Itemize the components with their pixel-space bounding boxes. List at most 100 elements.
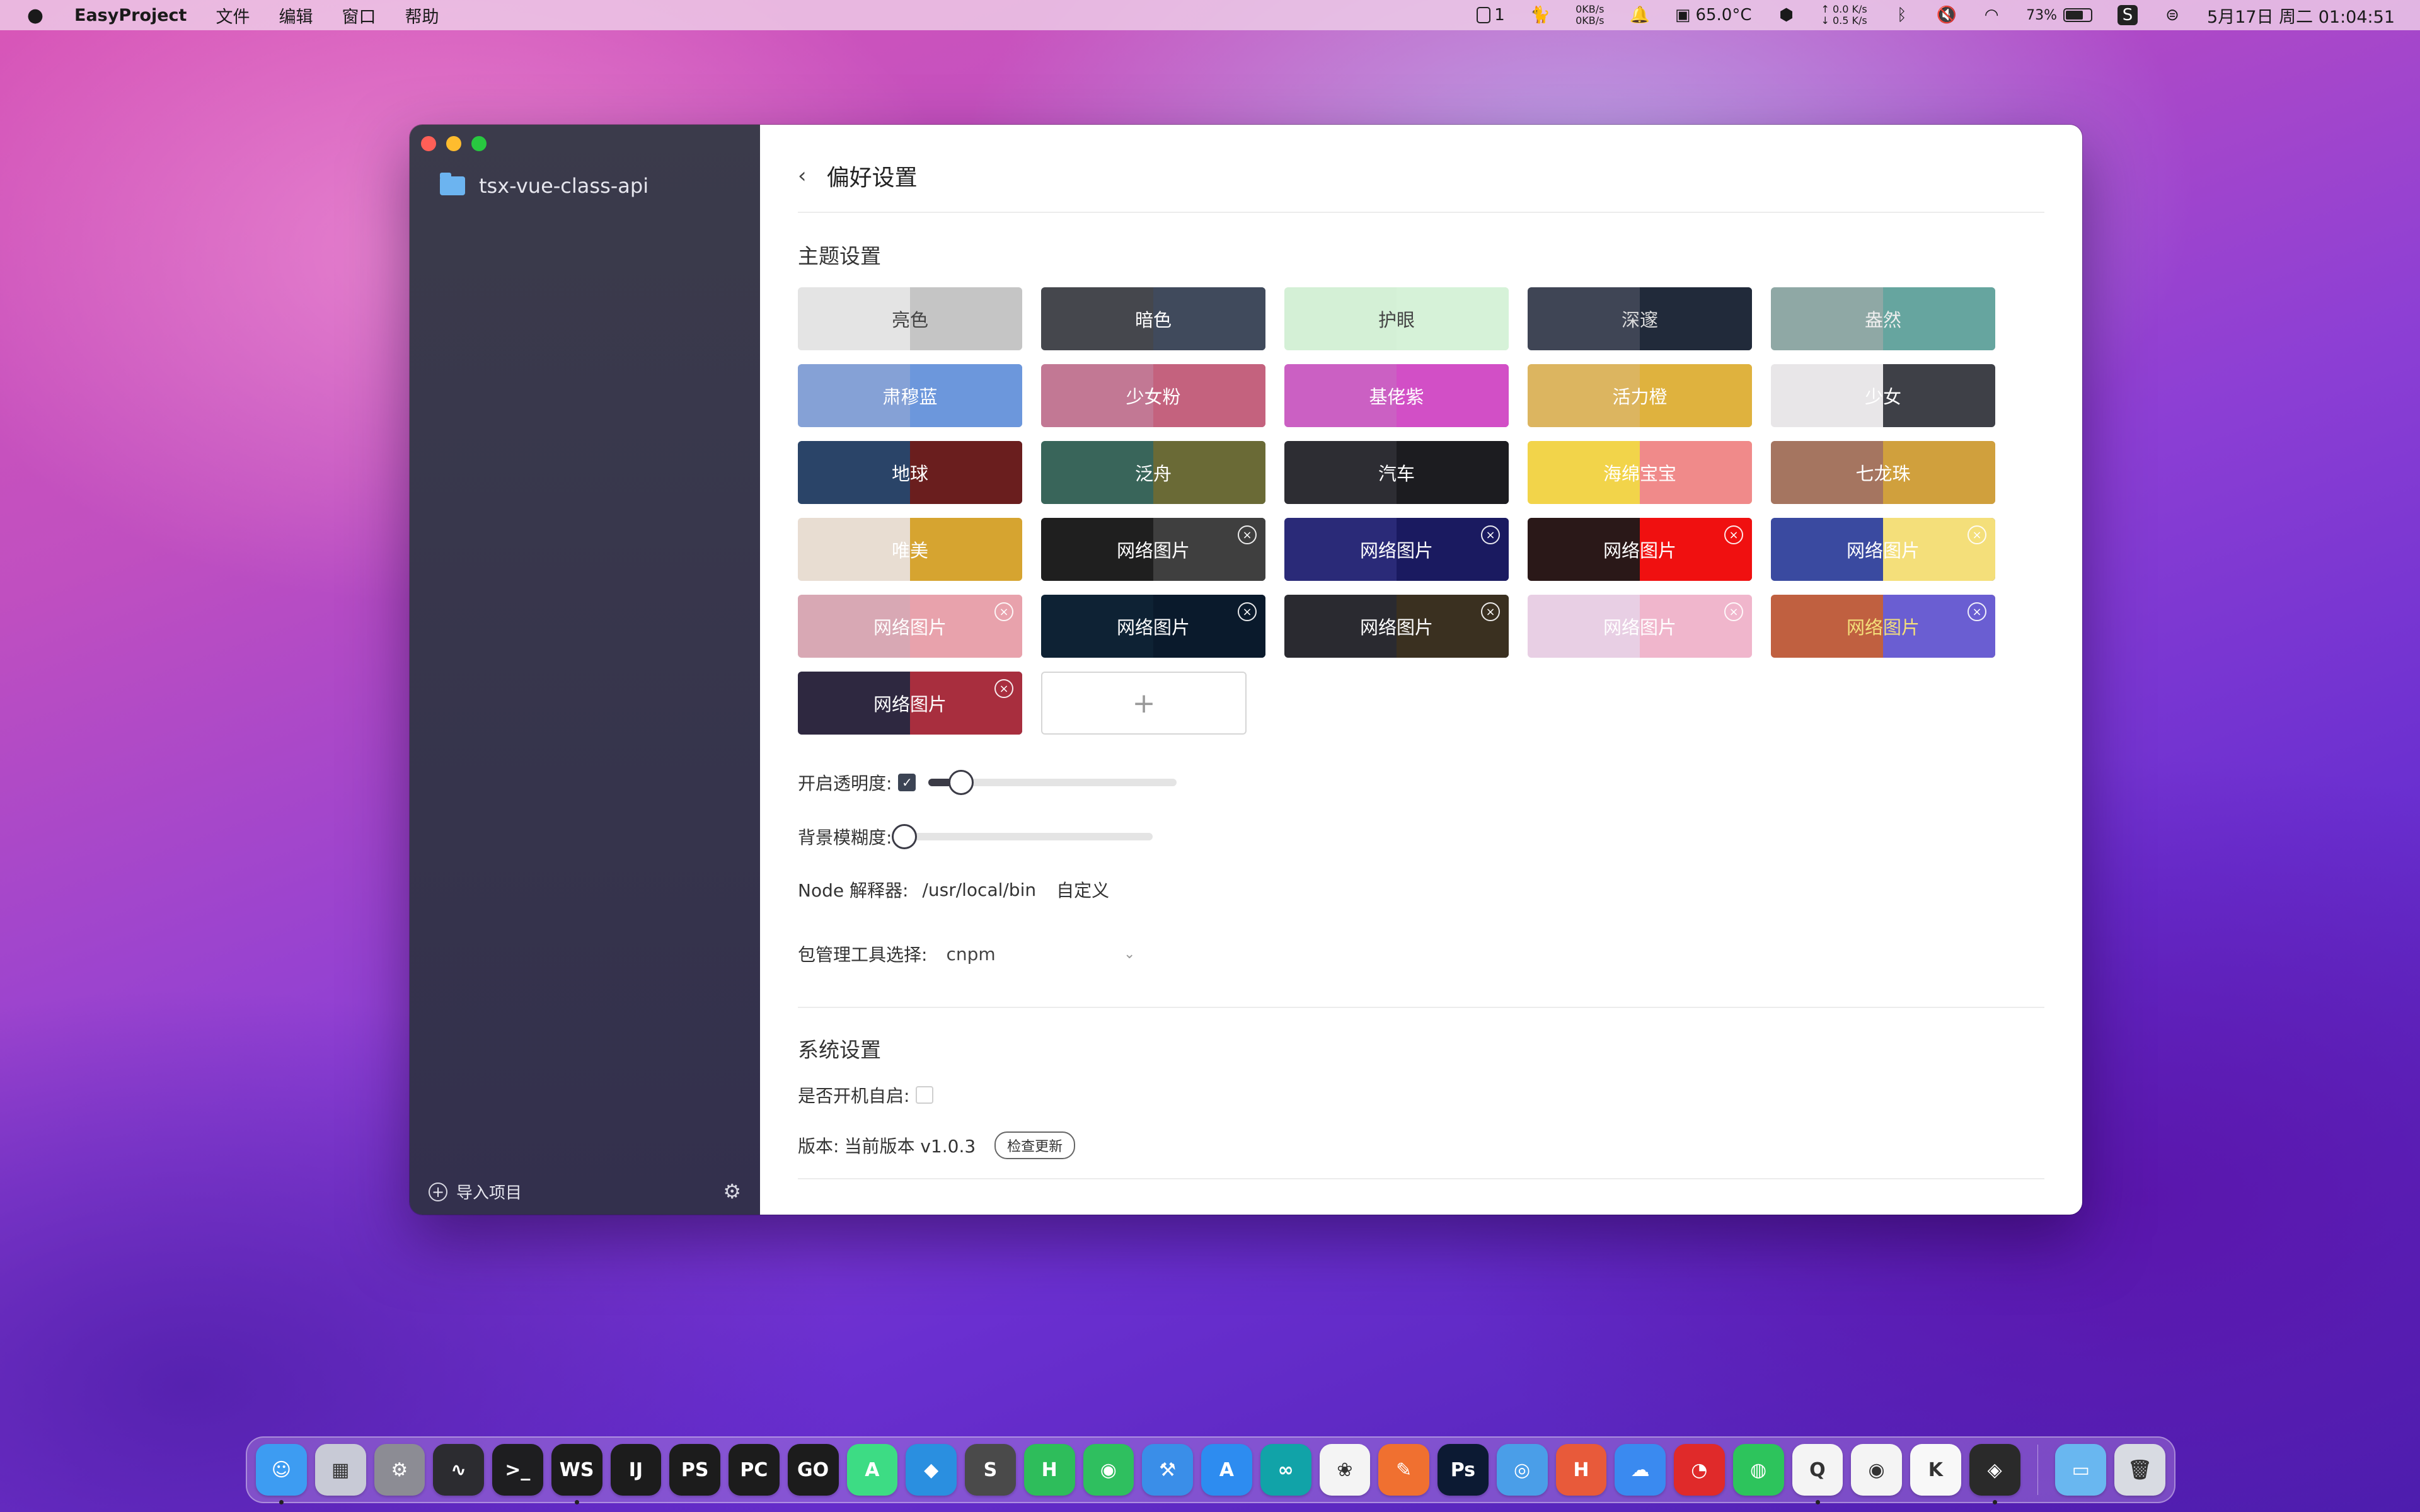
add-theme-button[interactable]: +: [1041, 672, 1247, 735]
qq-tray-icon[interactable]: 🔔: [1630, 5, 1650, 25]
menu-file[interactable]: 文件: [216, 3, 250, 28]
remove-theme-icon[interactable]: ×: [994, 602, 1013, 621]
maximize-button[interactable]: [471, 136, 487, 151]
theme-tile[interactable]: 少女: [1771, 364, 1995, 427]
hbuilder-dock-icon[interactable]: H: [1023, 1444, 1075, 1496]
cpu-temperature[interactable]: ▣ 65.0°C: [1675, 5, 1752, 25]
theme-tile[interactable]: 少女粉: [1041, 364, 1265, 427]
theme-tile[interactable]: 泛舟: [1041, 441, 1265, 504]
control-center-icon[interactable]: ⊜: [2163, 5, 2182, 25]
goland-dock-icon[interactable]: GO: [787, 1444, 839, 1496]
network-speed[interactable]: 0KB/s 0KB/s: [1576, 4, 1604, 26]
wechat-dock-icon[interactable]: ◍: [1732, 1444, 1784, 1496]
blur-slider-knob[interactable]: [892, 824, 918, 849]
sublime-text-dock-icon[interactable]: S: [965, 1444, 1016, 1496]
theme-tile[interactable]: 网络图片 ×: [1771, 595, 1995, 658]
database-dock-icon[interactable]: ◎: [1496, 1444, 1548, 1496]
import-project-button[interactable]: + 导入项目: [429, 1180, 522, 1203]
arduino-dock-icon[interactable]: ∞: [1260, 1444, 1311, 1496]
blur-slider[interactable]: [892, 824, 1153, 849]
mute-icon[interactable]: 🔇: [1937, 5, 1957, 25]
theme-tile[interactable]: 汽车: [1284, 441, 1509, 504]
kuaishou-dock-icon[interactable]: K: [1910, 1444, 1961, 1496]
battery-status[interactable]: 73%: [2026, 5, 2093, 25]
theme-tile[interactable]: 海绵宝宝: [1528, 441, 1752, 504]
html-tool-dock-icon[interactable]: H: [1555, 1444, 1607, 1496]
menu-window[interactable]: 窗口: [342, 3, 376, 28]
theme-tile[interactable]: 肃穆蓝: [798, 364, 1022, 427]
theme-tile[interactable]: 网络图片 ×: [1771, 518, 1995, 581]
transfer-speed[interactable]: ↑ 0.0 K/s ↓ 0.5 K/s: [1821, 4, 1867, 26]
cloud-app-dock-icon[interactable]: ☁: [1615, 1444, 1666, 1496]
clock[interactable]: 5月17日 周二 01:04:51: [2207, 3, 2395, 28]
app-store-dock-icon[interactable]: A: [1201, 1444, 1252, 1496]
remove-theme-icon[interactable]: ×: [1238, 602, 1257, 621]
phpstorm-dock-icon[interactable]: PS: [669, 1444, 720, 1496]
autostart-checkbox[interactable]: [916, 1086, 934, 1104]
theme-tile[interactable]: 地球: [798, 441, 1022, 504]
activity-monitor-dock-icon[interactable]: ∿: [433, 1444, 484, 1496]
xcode-dock-icon[interactable]: ⚒: [1142, 1444, 1193, 1496]
sketch-pen-dock-icon[interactable]: ✎: [1378, 1444, 1429, 1496]
theme-tile[interactable]: 亮色: [798, 287, 1022, 350]
theme-tile[interactable]: 活力橙: [1528, 364, 1752, 427]
theme-tile[interactable]: 网络图片 ×: [798, 672, 1022, 735]
theme-tile[interactable]: 网络图片 ×: [798, 595, 1022, 658]
netease-music-dock-icon[interactable]: ◔: [1674, 1444, 1725, 1496]
qq-dock-icon[interactable]: Q: [1792, 1444, 1843, 1504]
node-custom-button[interactable]: 自定义: [1056, 877, 1109, 902]
easyproject-dock-icon[interactable]: ◈: [1969, 1444, 2020, 1504]
chrome-dock-icon[interactable]: ◉: [1851, 1444, 1902, 1496]
project-item[interactable]: tsx-vue-class-api: [440, 173, 648, 198]
notification-badge[interactable]: 1: [1477, 5, 1505, 25]
theme-tile[interactable]: 唯美: [798, 518, 1022, 581]
theme-tile[interactable]: 网络图片 ×: [1041, 518, 1265, 581]
theme-tile[interactable]: 暗色: [1041, 287, 1265, 350]
theme-tile[interactable]: 网络图片 ×: [1284, 595, 1509, 658]
cat-icon[interactable]: 🐈: [1530, 5, 1550, 25]
downloads-folder-dock-icon[interactable]: ▭: [2055, 1444, 2107, 1496]
remove-theme-icon[interactable]: ×: [1968, 525, 1986, 544]
opacity-slider-knob[interactable]: [948, 770, 974, 795]
android-studio-dock-icon[interactable]: A: [846, 1444, 898, 1496]
finder-dock-icon[interactable]: ☺: [256, 1444, 307, 1504]
opacity-checkbox[interactable]: ✓: [898, 774, 916, 791]
menu-help[interactable]: 帮助: [405, 3, 439, 28]
back-chevron-icon[interactable]: ‹: [798, 163, 807, 188]
theme-tile[interactable]: 七龙珠: [1771, 441, 1995, 504]
theme-tile[interactable]: 深邃: [1528, 287, 1752, 350]
close-button[interactable]: [421, 136, 436, 151]
vscode-dock-icon[interactable]: ◆: [906, 1444, 957, 1496]
theme-tile[interactable]: 基佬紫: [1284, 364, 1509, 427]
bluetooth-icon[interactable]: ᛒ: [1893, 5, 1911, 25]
shield-icon[interactable]: ⬢: [1777, 5, 1796, 25]
remove-theme-icon[interactable]: ×: [1238, 525, 1257, 544]
wifi-icon[interactable]: ◠: [1982, 5, 2001, 25]
intellij-dock-icon[interactable]: IJ: [610, 1444, 662, 1496]
pycharm-dock-icon[interactable]: PC: [729, 1444, 780, 1496]
sougou-input-icon[interactable]: S: [2118, 5, 2138, 25]
minimize-button[interactable]: [446, 136, 461, 151]
webstorm-dock-icon[interactable]: WS: [551, 1444, 602, 1504]
wechat-devtools-dock-icon[interactable]: ◉: [1083, 1444, 1134, 1496]
terminal-dock-icon[interactable]: >_: [492, 1444, 543, 1496]
theme-tile[interactable]: 护眼: [1284, 287, 1509, 350]
package-manager-select[interactable]: cnpm ⌄: [927, 944, 1141, 965]
remove-theme-icon[interactable]: ×: [994, 679, 1013, 698]
check-update-button[interactable]: 检查更新: [994, 1131, 1076, 1159]
mind-node-dock-icon[interactable]: ❀: [1319, 1444, 1371, 1496]
remove-theme-icon[interactable]: ×: [1481, 602, 1500, 621]
photoshop-dock-icon[interactable]: Ps: [1438, 1444, 1489, 1496]
trash-dock-icon[interactable]: 🗑: [2114, 1444, 2165, 1496]
remove-theme-icon[interactable]: ×: [1724, 602, 1743, 621]
apple-menu-icon[interactable]: ●: [25, 4, 45, 26]
theme-tile[interactable]: 网络图片 ×: [1528, 518, 1752, 581]
remove-theme-icon[interactable]: ×: [1481, 525, 1500, 544]
menu-edit[interactable]: 编辑: [279, 3, 313, 28]
theme-tile[interactable]: 盎然: [1771, 287, 1995, 350]
remove-theme-icon[interactable]: ×: [1968, 602, 1986, 621]
system-preferences-dock-icon[interactable]: ⚙: [374, 1444, 425, 1496]
theme-tile[interactable]: 网络图片 ×: [1284, 518, 1509, 581]
remove-theme-icon[interactable]: ×: [1724, 525, 1743, 544]
launchpad-dock-icon[interactable]: ▦: [314, 1444, 366, 1496]
